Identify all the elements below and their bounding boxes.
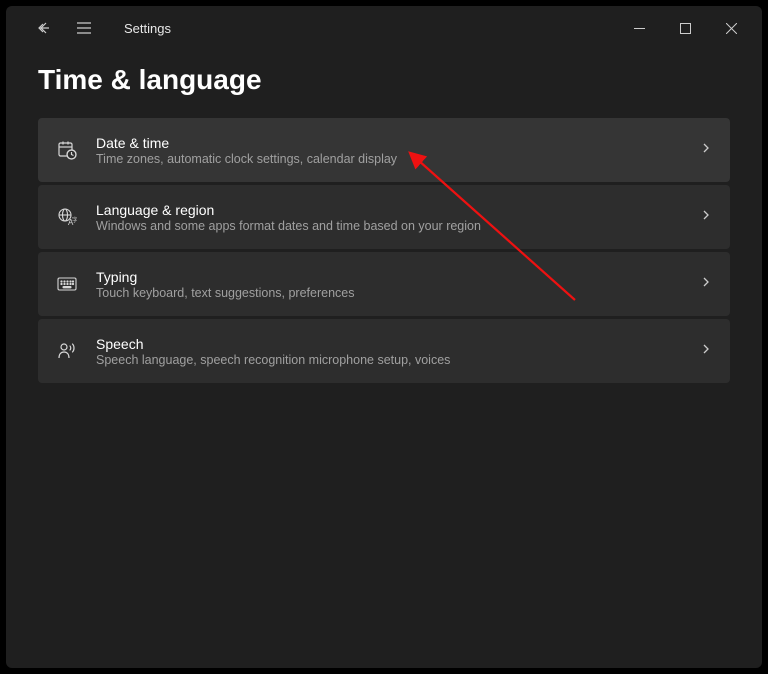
card-title: Language & region bbox=[96, 202, 682, 218]
card-text: Speech Speech language, speech recogniti… bbox=[96, 336, 682, 367]
card-title: Date & time bbox=[96, 135, 682, 151]
back-button[interactable] bbox=[30, 14, 58, 42]
titlebar-left: Settings bbox=[14, 14, 171, 42]
settings-window: Settings Time & language bbox=[6, 6, 762, 668]
card-text: Language & region Windows and some apps … bbox=[96, 202, 682, 233]
language-region-card[interactable]: A 字 Language & region Windows and some a… bbox=[38, 185, 730, 249]
calendar-clock-icon bbox=[56, 139, 78, 161]
card-subtitle: Touch keyboard, text suggestions, prefer… bbox=[96, 286, 682, 300]
app-title: Settings bbox=[124, 21, 171, 36]
speech-icon bbox=[56, 340, 78, 362]
card-text: Typing Touch keyboard, text suggestions,… bbox=[96, 269, 682, 300]
card-text: Date & time Time zones, automatic clock … bbox=[96, 135, 682, 166]
minimize-icon bbox=[634, 23, 645, 34]
chevron-right-icon bbox=[700, 342, 712, 360]
date-time-card[interactable]: Date & time Time zones, automatic clock … bbox=[38, 118, 730, 182]
page-title: Time & language bbox=[38, 64, 730, 96]
minimize-button[interactable] bbox=[616, 12, 662, 44]
globe-language-icon: A 字 bbox=[56, 206, 78, 228]
card-subtitle: Speech language, speech recognition micr… bbox=[96, 353, 682, 367]
settings-list: Date & time Time zones, automatic clock … bbox=[38, 118, 730, 383]
speech-card[interactable]: Speech Speech language, speech recogniti… bbox=[38, 319, 730, 383]
chevron-right-icon bbox=[700, 208, 712, 226]
chevron-right-icon bbox=[700, 141, 712, 159]
card-title: Typing bbox=[96, 269, 682, 285]
card-subtitle: Windows and some apps format dates and t… bbox=[96, 219, 682, 233]
chevron-right-icon bbox=[700, 275, 712, 293]
close-icon bbox=[726, 23, 737, 34]
close-button[interactable] bbox=[708, 12, 754, 44]
maximize-button[interactable] bbox=[662, 12, 708, 44]
window-controls bbox=[616, 12, 754, 44]
svg-text:字: 字 bbox=[72, 216, 77, 224]
hamburger-icon bbox=[76, 21, 92, 35]
menu-button[interactable] bbox=[70, 14, 98, 42]
card-title: Speech bbox=[96, 336, 682, 352]
typing-card[interactable]: Typing Touch keyboard, text suggestions,… bbox=[38, 252, 730, 316]
card-subtitle: Time zones, automatic clock settings, ca… bbox=[96, 152, 682, 166]
keyboard-icon bbox=[56, 273, 78, 295]
maximize-icon bbox=[680, 23, 691, 34]
content-area: Time & language Date & time bbox=[6, 50, 762, 668]
back-arrow-icon bbox=[36, 20, 52, 36]
titlebar: Settings bbox=[6, 6, 762, 50]
